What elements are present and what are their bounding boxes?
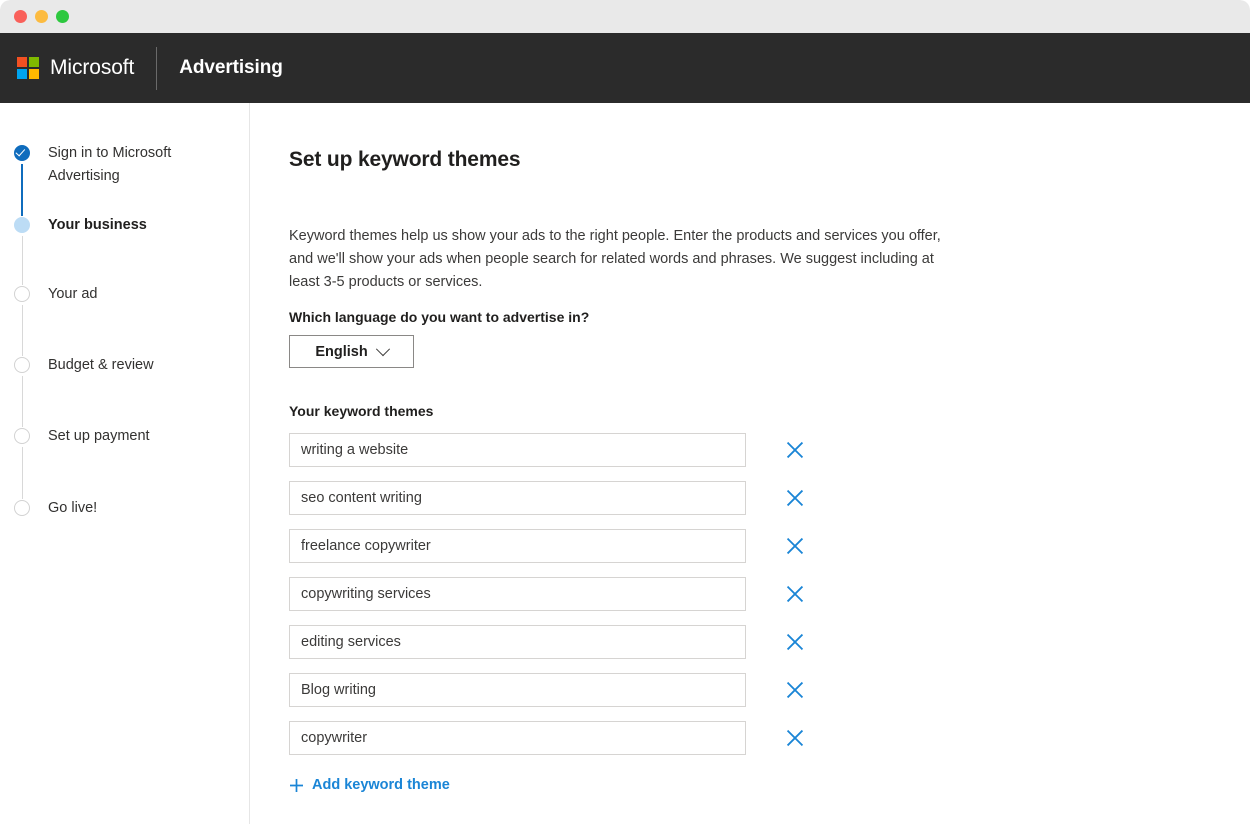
step-connector-line [21, 447, 23, 499]
sidebar-step-3[interactable]: Your ad [0, 283, 97, 307]
sidebar-step-4[interactable]: Budget & review [0, 354, 154, 378]
step-marker [0, 214, 44, 233]
plus-icon [290, 778, 303, 792]
keyword-theme-input-2[interactable] [289, 481, 746, 515]
step-marker [0, 354, 44, 373]
keyword-theme-row [289, 721, 809, 769]
step-complete-check-icon [14, 145, 30, 161]
keyword-theme-row [289, 433, 809, 481]
logo-square-green [29, 57, 39, 67]
keyword-theme-input-5[interactable] [289, 625, 746, 659]
keyword-theme-input-3[interactable] [289, 529, 746, 563]
keyword-themes-label: Your keyword themes [289, 403, 434, 419]
add-keyword-theme-label: Add keyword theme [312, 777, 450, 793]
step-pending-icon [14, 286, 30, 302]
sidebar-step-2[interactable]: Your business [0, 214, 147, 238]
product-name: Advertising [179, 57, 283, 78]
sidebar-step-label: Set up payment [48, 428, 150, 444]
step-connector-line [21, 164, 23, 216]
keyword-theme-row [289, 481, 809, 529]
step-pending-icon [14, 428, 30, 444]
language-select[interactable]: English [289, 335, 414, 368]
body-area: Sign in to Microsoft Advertising Your bus… [0, 103, 1250, 824]
step-current-icon [14, 217, 30, 233]
keyword-theme-input-7[interactable] [289, 721, 746, 755]
keyword-theme-row [289, 529, 809, 577]
close-icon [786, 489, 804, 507]
sidebar-step-label: Your business [48, 217, 147, 233]
close-icon [786, 537, 804, 555]
sidebar-step-label: Go live! [48, 500, 98, 516]
logo-square-red [17, 57, 27, 67]
step-marker [0, 497, 44, 516]
maximize-window-button[interactable] [56, 10, 69, 23]
language-select-value: English [315, 343, 368, 360]
remove-keyword-theme-button-3[interactable] [784, 535, 806, 557]
close-icon [786, 585, 804, 603]
minimize-window-button[interactable] [35, 10, 48, 23]
keyword-theme-input-4[interactable] [289, 577, 746, 611]
remove-keyword-theme-button-6[interactable] [784, 679, 806, 701]
logo-square-yellow [29, 69, 39, 79]
window-titlebar [0, 0, 1250, 33]
header-divider [156, 46, 158, 90]
sidebar-step-label: Your ad [48, 286, 98, 302]
page-title: Set up keyword themes [289, 148, 521, 172]
remove-keyword-theme-button-4[interactable] [784, 583, 806, 605]
keyword-theme-input-6[interactable] [289, 673, 746, 707]
traffic-lights [14, 10, 69, 23]
close-icon [786, 729, 804, 747]
remove-keyword-theme-button-1[interactable] [784, 439, 806, 461]
keyword-theme-input-1[interactable] [289, 433, 746, 467]
microsoft-brand[interactable]: Microsoft [17, 56, 134, 80]
keyword-theme-row [289, 673, 809, 721]
step-pending-icon [14, 500, 30, 516]
page-description: Keyword themes help us show your ads to … [289, 227, 941, 291]
remove-keyword-theme-button-2[interactable] [784, 487, 806, 509]
add-keyword-theme-button[interactable]: Add keyword theme [289, 777, 450, 793]
step-list: Sign in to Microsoft Advertising Your bus… [0, 142, 249, 537]
microsoft-logo-icon [17, 57, 39, 79]
keyword-theme-row [289, 625, 809, 673]
main-content: Set up keyword themes Keyword themes hel… [250, 103, 1250, 824]
sidebar-step-label: Sign in to Microsoft Advertising [48, 145, 172, 185]
sidebar-step-6[interactable]: Go live! [0, 497, 97, 521]
remove-keyword-theme-button-7[interactable] [784, 727, 806, 749]
app-window: Microsoft Advertising Sign in to Microso… [0, 0, 1250, 824]
brand-name: Microsoft [50, 56, 135, 79]
chevron-down-icon [375, 341, 390, 356]
step-connector-line [21, 305, 23, 356]
step-marker [0, 425, 44, 444]
step-connector-line [21, 236, 23, 285]
language-field-label: Which language do you want to advertise … [289, 309, 590, 325]
step-marker [0, 283, 44, 302]
keyword-theme-list [289, 433, 809, 769]
close-icon [786, 681, 804, 699]
keyword-theme-row [289, 577, 809, 625]
app-header: Microsoft Advertising [0, 33, 1250, 103]
sidebar-step-label: Budget & review [48, 357, 154, 373]
close-icon [786, 633, 804, 651]
step-marker [0, 142, 44, 161]
logo-square-blue [17, 69, 27, 79]
sidebar-step-5[interactable]: Set up payment [0, 425, 150, 449]
sidebar-step-1[interactable]: Sign in to Microsoft Advertising [0, 142, 228, 189]
close-icon [786, 441, 804, 459]
step-connector-line [21, 376, 23, 427]
sidebar-progress-nav: Sign in to Microsoft Advertising Your bus… [0, 103, 250, 824]
remove-keyword-theme-button-5[interactable] [784, 631, 806, 653]
close-window-button[interactable] [14, 10, 27, 23]
step-pending-icon [14, 357, 30, 373]
